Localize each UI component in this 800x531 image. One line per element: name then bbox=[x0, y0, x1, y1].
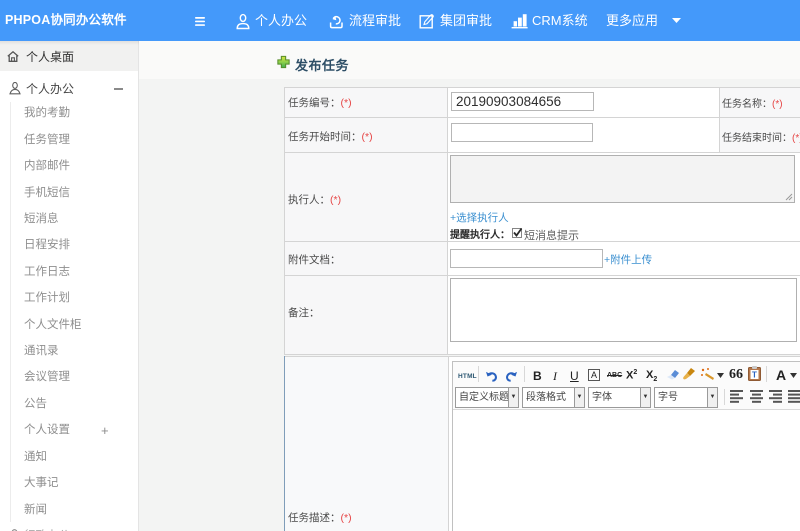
svg-text:T: T bbox=[752, 371, 757, 380]
